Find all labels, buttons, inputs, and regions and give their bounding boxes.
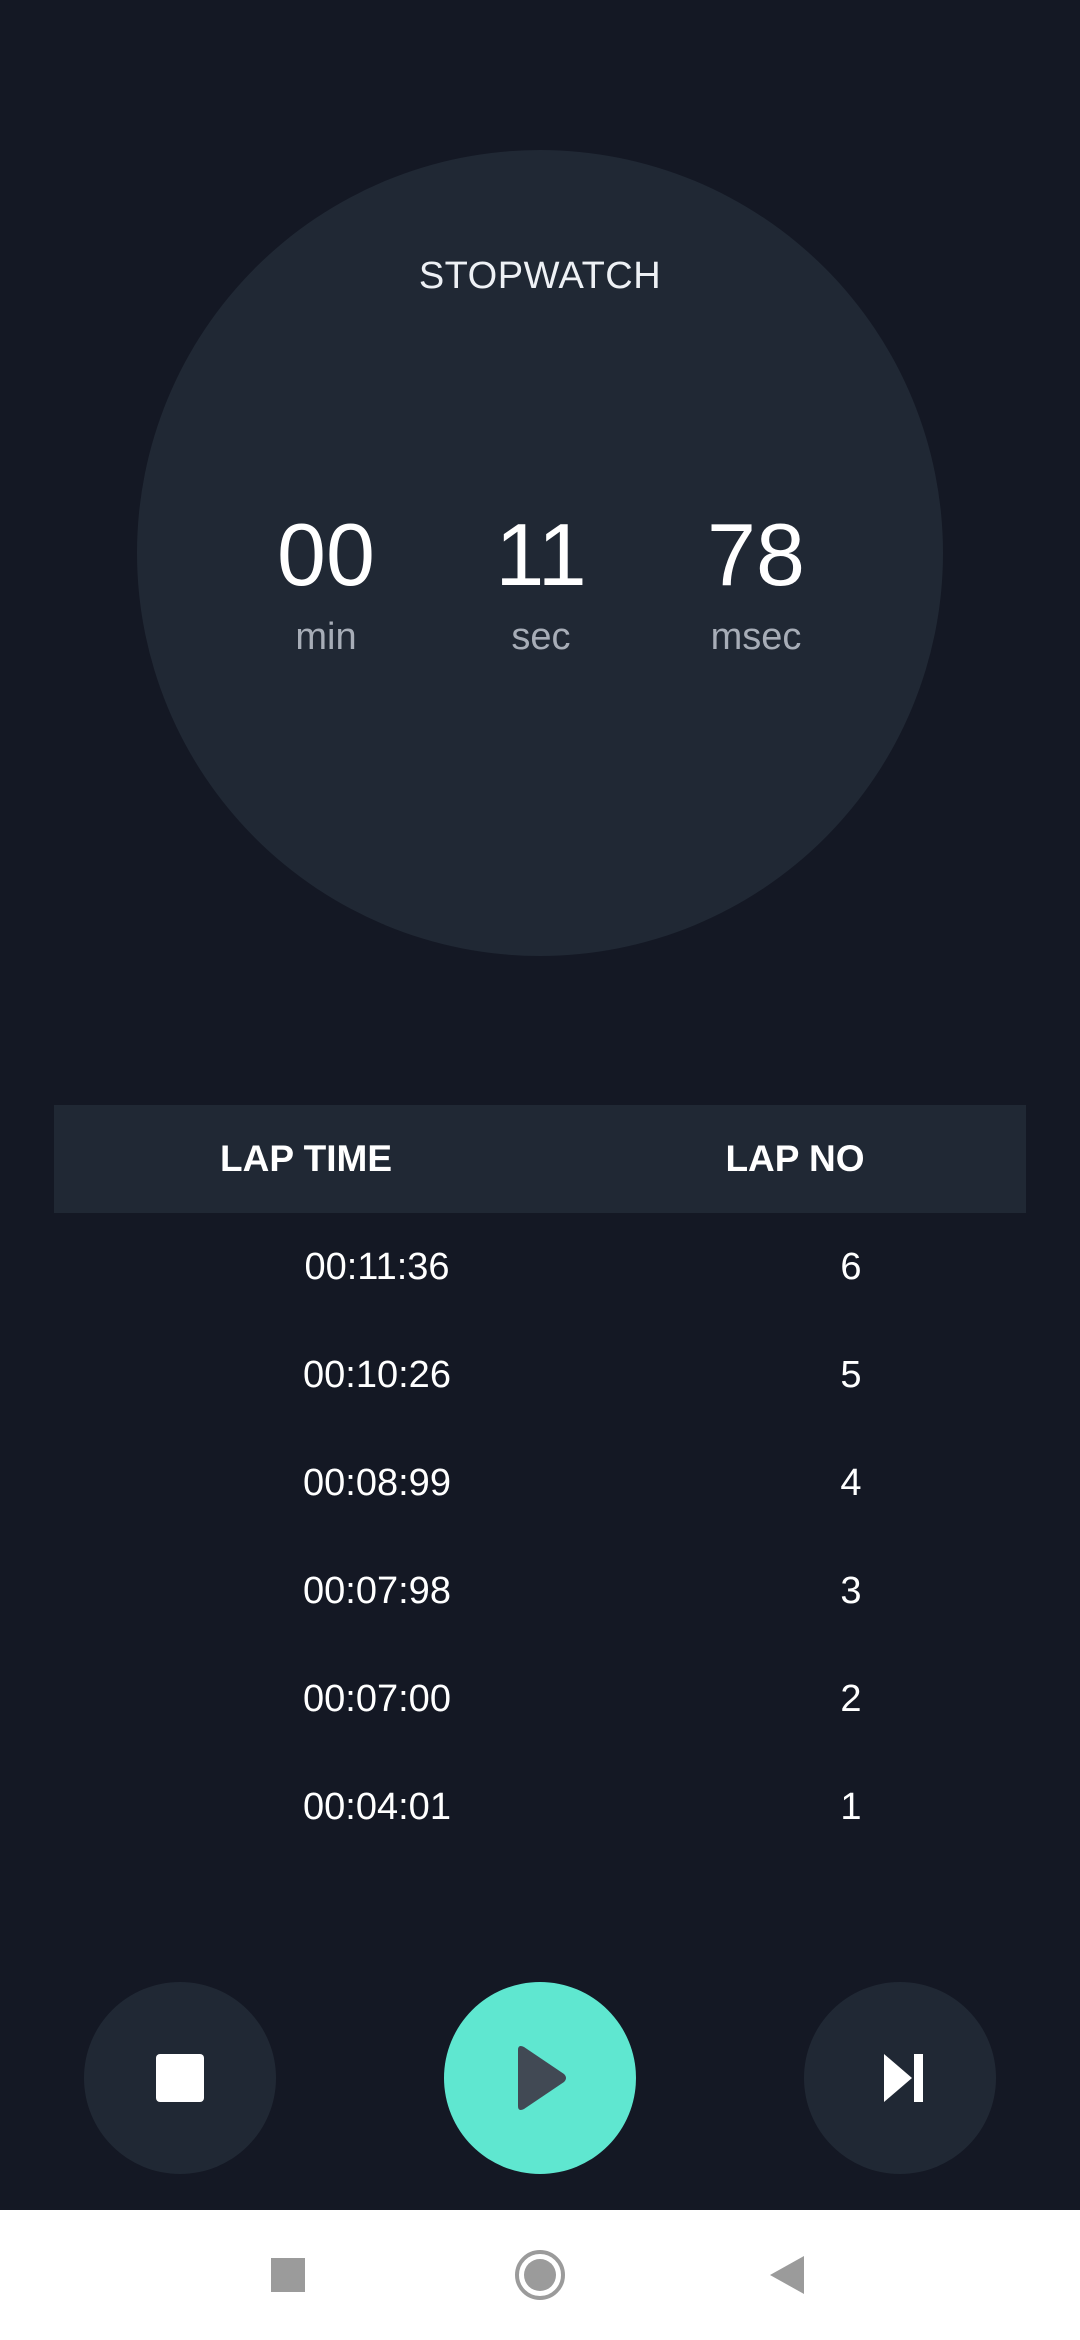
lap-row: 00:07:00 2: [54, 1645, 1026, 1753]
seconds-value: 11: [495, 505, 587, 604]
play-icon: [518, 2046, 566, 2110]
home-button[interactable]: [500, 2235, 580, 2315]
milliseconds-label: msec: [710, 616, 802, 658]
lap-no-cell: 1: [840, 1786, 862, 1828]
lap-time-cell: 00:07:00: [303, 1678, 451, 1720]
minutes-display: 00 min: [226, 500, 426, 662]
back-button[interactable]: [748, 2235, 828, 2315]
triangle-back-icon: [770, 2256, 804, 2294]
stop-button[interactable]: [84, 1982, 276, 2174]
recents-button[interactable]: [248, 2235, 328, 2315]
lap-time-header: LAP TIME: [220, 1138, 392, 1179]
lap-row: 00:08:99 4: [54, 1429, 1026, 1537]
square-icon: [271, 2258, 305, 2292]
system-navigation-bar: [0, 2210, 1080, 2340]
lap-no-header: LAP NO: [725, 1138, 865, 1179]
milliseconds-display: 78 msec: [656, 500, 856, 662]
circle-icon: [515, 2250, 565, 2300]
stopwatch-screen: STOPWATCH 00 min 11 sec 78 msec LAP TIME…: [0, 0, 1080, 2210]
lap-time-cell: 00:08:99: [303, 1462, 451, 1504]
lap-table-header: LAP TIME LAP NO: [54, 1105, 1026, 1213]
seconds-display: 11 sec: [441, 500, 641, 662]
skip-next-icon: [884, 2054, 923, 2102]
lap-row: 00:10:26 5: [54, 1321, 1026, 1429]
stopwatch-title: STOPWATCH: [418, 255, 662, 297]
stop-icon: [156, 2054, 204, 2102]
minutes-value: 00: [277, 505, 375, 604]
play-button[interactable]: [444, 1982, 636, 2174]
lap-time-cell: 00:04:01: [303, 1786, 451, 1828]
milliseconds-value: 78: [707, 505, 805, 604]
lap-row: 00:07:98 3: [54, 1537, 1026, 1645]
lap-no-cell: 6: [840, 1246, 862, 1288]
lap-row: 00:11:36 6: [54, 1213, 1026, 1321]
lap-time-cell: 00:07:98: [303, 1570, 451, 1612]
minutes-label: min: [295, 616, 357, 658]
lap-no-cell: 2: [840, 1678, 862, 1720]
lap-button[interactable]: [804, 1982, 996, 2174]
lap-no-cell: 5: [840, 1354, 862, 1396]
lap-no-cell: 3: [840, 1570, 862, 1612]
seconds-label: sec: [511, 616, 571, 658]
lap-time-cell: 00:10:26: [303, 1354, 451, 1396]
lap-row: 00:04:01 1: [54, 1753, 1026, 1861]
lap-table: LAP TIME LAP NO 00:11:36 6 00:10:26 5 00…: [54, 1105, 1026, 1861]
lap-no-cell: 4: [840, 1462, 862, 1504]
lap-time-cell: 00:11:36: [304, 1246, 450, 1288]
